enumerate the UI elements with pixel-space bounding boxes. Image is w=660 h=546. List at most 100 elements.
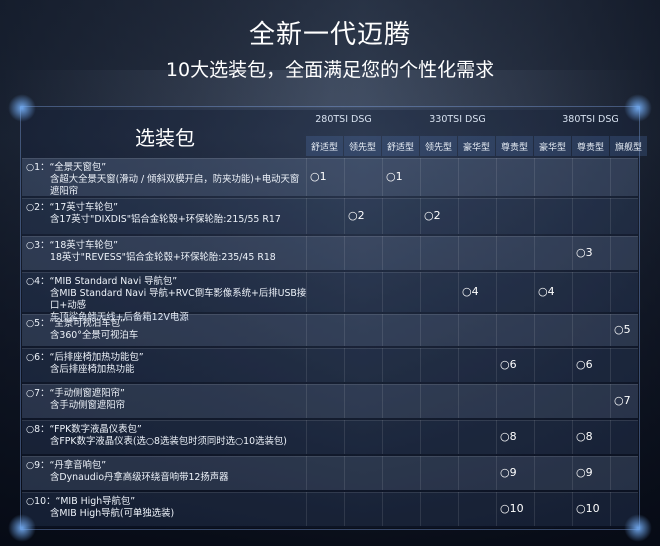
trim-header-2: 领先型 [344,136,381,156]
grid-column-divider [572,314,609,346]
grid-column-divider [458,384,495,418]
option-label-line1: ○3：“18英寸车轮包” [26,240,119,251]
option-row-10: ○10：“MIB High导航包” 含MIB High导航(可单独选装) ○10 ○1… [22,492,638,526]
grid-column-divider [610,158,647,196]
grid-column-divider [420,314,457,346]
option-label-line2: 含17英寸"DIXDIS"铝合金轮毂+环保轮胎:215/55 R17 [50,214,281,225]
grid-column-divider [496,272,533,312]
grid-column-divider [610,198,647,234]
trim-header-5: 豪华型 [458,136,495,156]
availability-mark: ○6 [576,358,593,371]
grid-column-divider [534,314,571,346]
grid-column-divider [306,236,343,270]
grid-column-divider [610,492,647,526]
availability-mark: ○9 [576,466,593,479]
option-label-line1: ○8：“FPK数字液晶仪表包” [26,424,142,435]
option-label-line1: ○5：“全景可视泊车包” [26,318,125,329]
grid-column-divider [344,158,381,196]
page-title: 全新一代迈腾 [248,20,411,50]
grid-column-divider [420,492,457,526]
availability-mark: ○9 [500,466,517,479]
grid-column-divider [306,456,343,490]
availability-mark: ○1 [386,170,403,183]
availability-mark: ○2 [348,209,365,222]
grid-column-divider [344,272,381,312]
grid-column-divider [610,420,647,454]
trim-header-1: 舒适型 [306,136,343,156]
option-label-line2: 含后排座椅加热功能 [50,364,135,375]
option-label-line2: 含MIB Standard Navi 导航+RVC倒车影像系统+后排USB接口+… [50,288,307,311]
grid-column-divider [458,158,495,196]
grid-column-divider [534,456,571,490]
option-label-line1: ○6：“后排座椅加热功能包” [26,352,144,363]
availability-mark: ○10 [500,502,524,515]
grid-column-divider [306,348,343,382]
grid-column-divider [496,198,533,234]
grid-column-divider [572,384,609,418]
grid-column-divider [420,348,457,382]
trim-header-8: 尊贵型 [572,136,609,156]
grid-column-divider [534,348,571,382]
option-label: ○10：“MIB High导航包” 含MIB High导航(可单独选装) [26,496,308,520]
trim-header-6: 尊贵型 [496,136,533,156]
grid-column-divider [420,456,457,490]
grid-column-divider [572,198,609,234]
grid-column-divider [420,384,457,418]
availability-mark: ○7 [614,394,631,407]
grid-column-divider [420,158,457,196]
grid-column-divider [344,348,381,382]
grid-column-divider [458,420,495,454]
grid-column-divider [420,420,457,454]
grid-column-divider [306,384,343,418]
availability-mark: ○2 [424,209,441,222]
grid-column-divider [458,314,495,346]
grid-column-divider [306,272,343,312]
grid-column-divider [382,272,419,312]
options-column-header: 选装包 [135,125,195,150]
option-label-line1: ○1：“全景天窗包” [26,162,107,173]
grid-column-divider [572,272,609,312]
option-row-1: ○1：“全景天窗包” 含超大全景天窗(滑动 / 倾斜双模开启，防夹功能)+电动天窗… [22,158,638,198]
grid-column-divider [534,420,571,454]
option-label-line1: ○4：“MIB Standard Navi 导航包” [26,276,178,287]
grid-column-divider [344,456,381,490]
option-row-3: ○3：“18英寸车轮包” 18英寸"REVESS"铝合金轮毂+环保轮胎:235/4… [22,236,638,270]
availability-mark: ○3 [576,246,593,259]
grid-column-divider [382,420,419,454]
trim-header-4: 领先型 [420,136,457,156]
grid-column-divider [458,492,495,526]
grid-column-divider [534,384,571,418]
grid-column-divider [382,348,419,382]
availability-mark: ○6 [500,358,517,371]
grid-column-divider [496,236,533,270]
option-row-9: ○9：“丹拿音响包” 含Dynaudio丹拿高级环绕音响带12扬声器 ○9 ○9 [22,456,638,490]
grid-column-divider [534,236,571,270]
engine-header-2: 330TSI DSG [429,114,486,125]
option-label: ○5：“全景可视泊车包” 含360°全景可视泊车 [26,318,308,342]
option-label-line2: 含MIB High导航(可单独选装) [50,508,175,519]
option-label-line2: 含超大全景天窗(滑动 / 倾斜双模开启，防夹功能)+电动天窗遮阳帘 [50,174,300,197]
grid-column-divider [382,384,419,418]
availability-mark: ○8 [500,430,517,443]
option-label-line1: ○9：“丹拿音响包” [26,460,107,471]
grid-column-divider [458,198,495,234]
availability-mark: ○8 [576,430,593,443]
grid-column-divider [458,456,495,490]
option-label: ○1：“全景天窗包” 含超大全景天窗(滑动 / 倾斜双模开启，防夹功能)+电动天窗… [26,162,308,198]
grid-column-divider [534,198,571,234]
grid-column-divider [610,456,647,490]
grid-column-divider [306,314,343,346]
option-label: ○8：“FPK数字液晶仪表包” 含FPK数字液晶仪表(选○8选装包时须同时选○10… [26,424,308,448]
grid-column-divider [382,492,419,526]
grid-column-divider [306,198,343,234]
option-label-line1: ○2：“17英寸车轮包” [26,202,119,213]
option-row-7: ○7：“手动侧窗遮阳帘” 含手动侧窗遮阳帘 ○7 [22,384,638,418]
option-label: ○6：“后排座椅加热功能包” 含后排座椅加热功能 [26,352,308,376]
trim-header-3: 舒适型 [382,136,419,156]
option-label: ○3：“18英寸车轮包” 18英寸"REVESS"铝合金轮毂+环保轮胎:235/4… [26,240,308,264]
grid-column-divider [572,158,609,196]
option-row-2: ○2：“17英寸车轮包” 含17英寸"DIXDIS"铝合金轮毂+环保轮胎:215/… [22,198,638,234]
option-label-line2: 含Dynaudio丹拿高级环绕音响带12扬声器 [50,472,229,483]
header: 全新一代迈腾 10大选装包，全面满足您的个性化需求 [0,18,660,84]
grid-column-divider [534,158,571,196]
